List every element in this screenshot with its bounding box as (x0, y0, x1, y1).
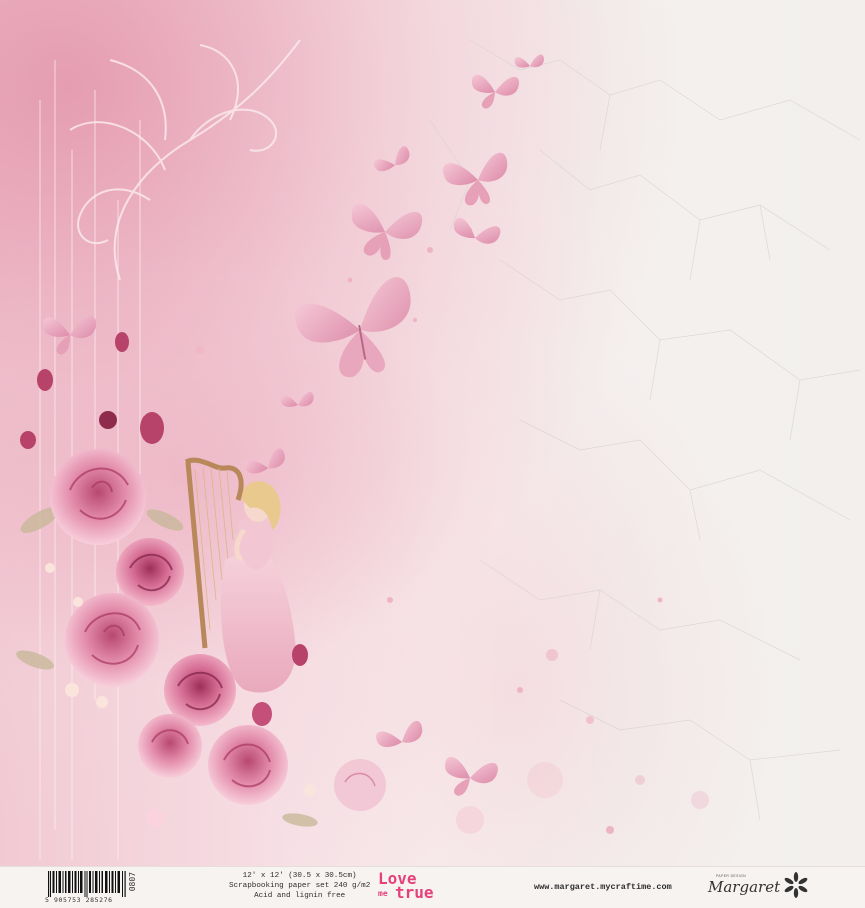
butterfly-icon (351, 203, 423, 260)
barcode-icon (48, 871, 126, 897)
brand-name: Margaret (708, 878, 781, 896)
artwork-canvas (16, 39, 861, 860)
scrapbook-paper-artwork (0, 0, 865, 866)
butterfly-icon (445, 757, 498, 796)
barcode-number: 5 905753 285276 (45, 896, 113, 904)
butterfly-icon (453, 217, 501, 244)
rose-icon (334, 759, 386, 811)
paper-specs: 12' x 12' (30.5 x 30.5cm) Scrapbooking p… (229, 871, 370, 901)
rose-icon (138, 714, 202, 778)
swirl-ornament-icon (69, 39, 301, 281)
butterfly-icon (43, 316, 97, 355)
collection-word-true: true (395, 883, 434, 902)
rose-icon (65, 593, 159, 687)
product-sku: 0807 (128, 872, 137, 892)
flower-logo-icon (784, 872, 808, 898)
acid-free-line: Acid and lignin free (254, 892, 346, 900)
collection-word-me: me (378, 889, 388, 898)
butterfly-icon (245, 448, 285, 474)
product-info-strip: 5 905753 285276 0807 12' x 12' (30.5 x 3… (0, 866, 865, 908)
collection-logo: Love me true (375, 869, 475, 905)
size-line: 12' x 12' (30.5 x 30.5cm) (242, 872, 357, 880)
butterfly-icon (373, 146, 410, 172)
butterfly-icon (280, 392, 314, 407)
butterfly-icon (472, 74, 519, 109)
butterflies (43, 54, 544, 796)
butterfly-icon (443, 152, 508, 206)
paper-weight-line: Scrapbooking paper set 240 g/m2 (229, 882, 371, 890)
butterfly-icon (376, 721, 423, 747)
harpist-figure-icon (221, 481, 296, 693)
butterfly-icon (514, 54, 544, 68)
butterfly-icon (295, 277, 411, 378)
website-url: www.margaret.mycraftime.com (534, 882, 672, 892)
rose-icon (50, 449, 146, 545)
rose-icon (208, 725, 288, 805)
